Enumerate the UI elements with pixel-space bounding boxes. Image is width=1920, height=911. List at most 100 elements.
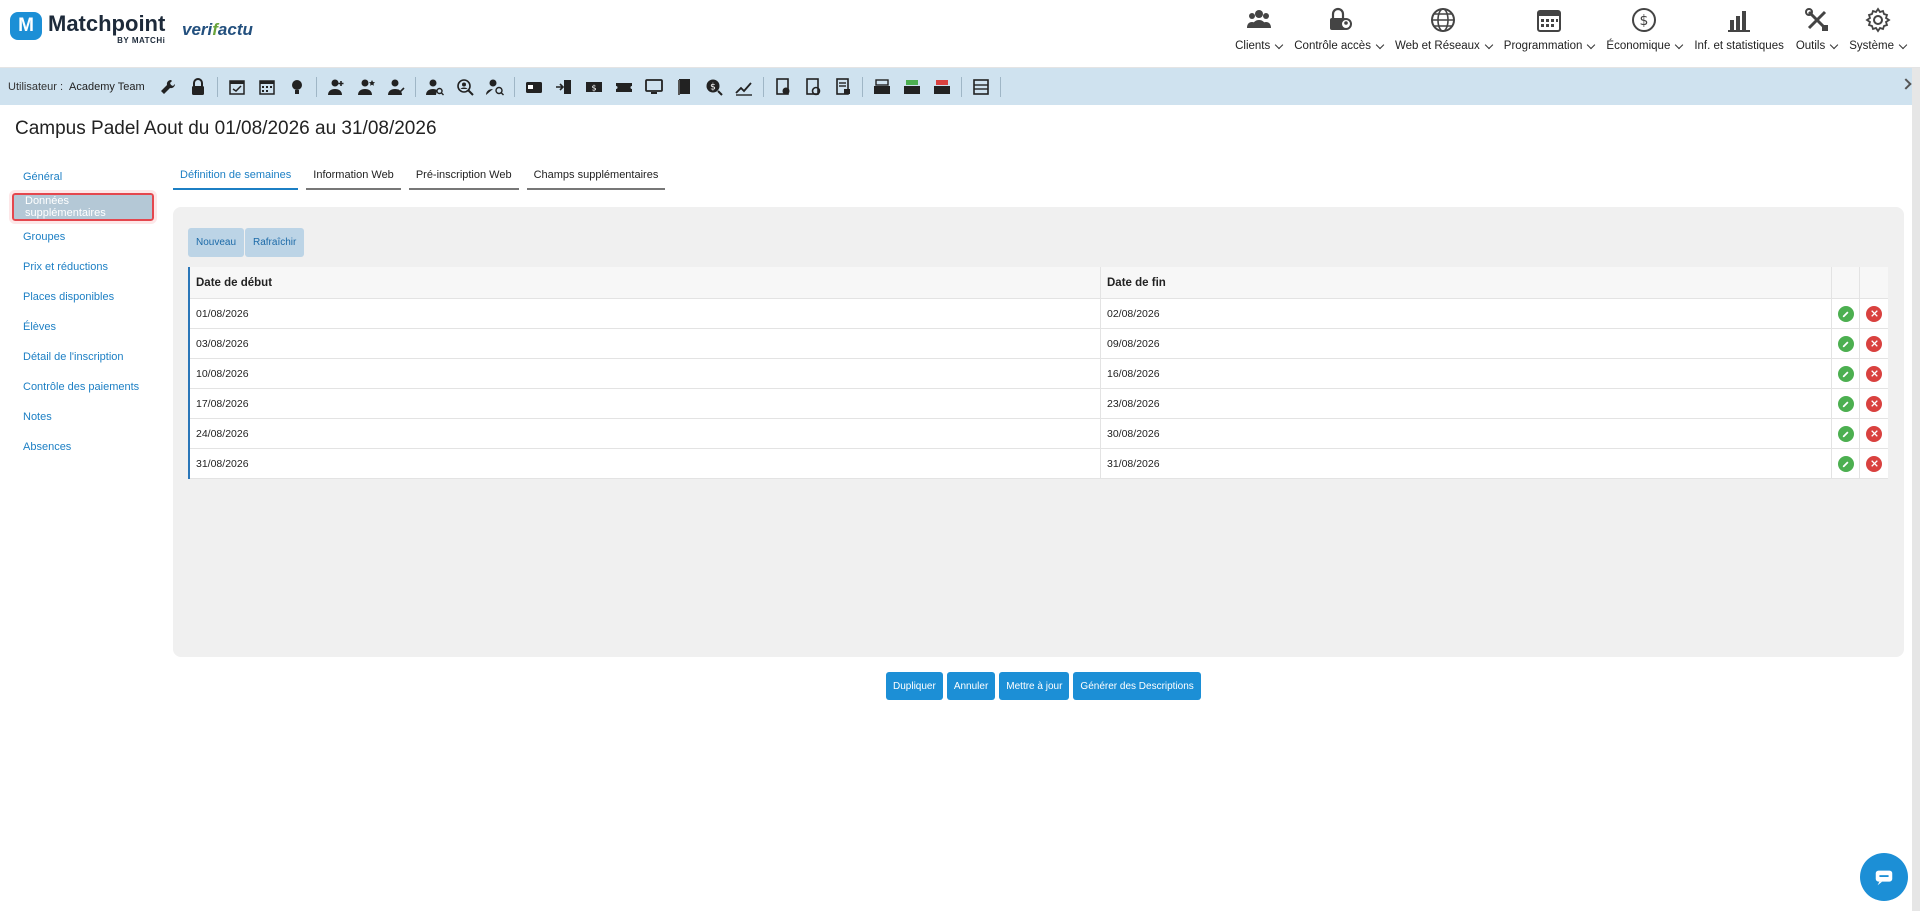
chevron-down-icon xyxy=(1830,40,1839,49)
toolbar-separator xyxy=(762,76,764,97)
logo-badge: M xyxy=(10,12,42,40)
register-close-icon[interactable] xyxy=(927,72,957,102)
menu-programmation[interactable]: Programmation xyxy=(1498,6,1601,62)
table-row[interactable]: 03/08/2026 09/08/2026 xyxy=(190,329,1888,359)
chevron-down-icon xyxy=(1275,40,1284,49)
page-title: Campus Padel Aout du 01/08/2026 au 31/08… xyxy=(15,118,437,139)
tab-pre-inscription-web[interactable]: Pré-inscription Web xyxy=(408,162,519,190)
toolbar-separator xyxy=(315,76,317,97)
calendar-grid-icon[interactable] xyxy=(252,72,282,102)
chevron-down-icon xyxy=(1375,40,1385,49)
delete-icon[interactable] xyxy=(1866,455,1882,472)
cell-start-date: 17/08/2026 xyxy=(190,389,1101,418)
menu-economique[interactable]: $ Économique xyxy=(1600,6,1688,62)
menu-controle-acces[interactable]: Contrôle accès xyxy=(1288,6,1389,62)
side-item-prix-reductions[interactable]: Prix et réductions xyxy=(12,252,154,282)
ticket-icon[interactable] xyxy=(609,72,639,102)
side-item-eleves[interactable]: Élèves xyxy=(12,312,154,342)
matchpoint-logo[interactable]: M Matchpoint BY MATCHi xyxy=(10,12,165,45)
cash-icon[interactable]: $ xyxy=(579,72,609,102)
logo-by: BY MATCHi xyxy=(117,36,166,45)
logo-name: Matchpoint xyxy=(48,11,166,36)
user-check-icon[interactable] xyxy=(381,72,411,102)
edit-icon[interactable] xyxy=(1837,335,1854,352)
coin-search-icon[interactable]: $ xyxy=(699,72,729,102)
tab-definition-semaines[interactable]: Définition de semaines xyxy=(173,162,299,190)
side-item-general[interactable]: Général xyxy=(12,162,154,192)
side-navigation: Général Données supplémentaires Groupes … xyxy=(9,162,157,462)
delete-icon[interactable] xyxy=(1866,425,1882,442)
door-enter-icon[interactable] xyxy=(549,72,579,102)
menu-clients[interactable]: Clients xyxy=(1229,6,1288,62)
table-row[interactable]: 17/08/2026 23/08/2026 xyxy=(190,389,1888,419)
tab-champs-supplementaires[interactable]: Champs supplémentaires xyxy=(526,162,666,190)
new-button[interactable]: Nouveau xyxy=(188,228,245,257)
chat-button[interactable] xyxy=(1860,853,1908,901)
delete-icon[interactable] xyxy=(1866,365,1882,382)
chevron-down-icon xyxy=(1675,40,1684,49)
wrench-icon[interactable] xyxy=(153,72,183,102)
cell-end-date: 23/08/2026 xyxy=(1101,389,1832,418)
quick-toolbar: Utilisateur : Academy Team $ $ xyxy=(0,68,1920,105)
cell-end-date: 02/08/2026 xyxy=(1101,299,1832,328)
chart-line-icon[interactable] xyxy=(729,72,759,102)
side-item-groupes[interactable]: Groupes xyxy=(12,222,154,252)
register-open-icon[interactable] xyxy=(897,72,927,102)
side-item-notes[interactable]: Notes xyxy=(12,402,154,432)
table-row[interactable]: 10/08/2026 16/08/2026 xyxy=(190,359,1888,389)
duplicate-button[interactable]: Dupliquer xyxy=(886,672,943,700)
side-item-detail-inscription[interactable]: Détail de l'inscription xyxy=(12,342,154,372)
edit-icon[interactable] xyxy=(1837,305,1854,322)
chevron-right-icon[interactable] xyxy=(1900,78,1912,90)
refresh-button[interactable]: Rafraîchir xyxy=(245,228,305,257)
edit-icon[interactable] xyxy=(1837,455,1854,472)
tab-information-web[interactable]: Information Web xyxy=(306,162,401,190)
delete-icon[interactable] xyxy=(1866,335,1882,352)
edit-icon[interactable] xyxy=(1837,425,1854,442)
svg-text:$: $ xyxy=(710,82,716,92)
generate-descriptions-button[interactable]: Générer des Descriptions xyxy=(1073,672,1201,700)
menu-systeme[interactable]: Système xyxy=(1843,6,1912,62)
table-row[interactable]: 24/08/2026 30/08/2026 xyxy=(190,419,1888,449)
lock-icon[interactable] xyxy=(183,72,213,102)
cancel-button[interactable]: Annuler xyxy=(946,672,996,700)
menu-web-reseaux[interactable]: Web et Réseaux xyxy=(1389,6,1498,62)
search-user-icon[interactable] xyxy=(450,72,480,102)
toolbar-separator xyxy=(216,76,218,97)
invoice-settings-icon[interactable] xyxy=(798,72,828,102)
book-icon[interactable] xyxy=(669,72,699,102)
side-item-places-disponibles[interactable]: Places disponibles xyxy=(12,282,154,312)
edit-icon[interactable] xyxy=(1837,395,1854,412)
side-item-controle-paiements[interactable]: Contrôle des paiements xyxy=(12,372,154,402)
lightbulb-icon[interactable] xyxy=(282,72,312,102)
invoice-list-icon[interactable] xyxy=(828,72,858,102)
menu-statistiques[interactable]: Inf. et statistiques xyxy=(1688,6,1790,62)
column-header-end[interactable]: Date de fin xyxy=(1101,267,1832,298)
page-scrollbar[interactable] xyxy=(1912,68,1920,911)
table-row[interactable]: 01/08/2026 02/08/2026 xyxy=(190,299,1888,329)
toolbar-separator xyxy=(999,76,1001,97)
delete-icon[interactable] xyxy=(1866,395,1882,412)
user-star-icon[interactable] xyxy=(351,72,381,102)
user-add-icon[interactable] xyxy=(321,72,351,102)
user-find-icon[interactable] xyxy=(480,72,510,102)
column-header-start[interactable]: Date de début xyxy=(190,267,1101,298)
users-icon xyxy=(1246,10,1271,28)
side-item-donnees-supplementaires[interactable]: Données supplémentaires xyxy=(9,190,157,224)
edit-icon[interactable] xyxy=(1837,365,1854,382)
delete-icon[interactable] xyxy=(1866,305,1882,322)
register-icon[interactable] xyxy=(867,72,897,102)
menu-outils[interactable]: Outils xyxy=(1790,6,1843,62)
side-item-absences[interactable]: Absences xyxy=(12,432,154,462)
monitor-icon[interactable] xyxy=(639,72,669,102)
calendar-check-icon[interactable] xyxy=(222,72,252,102)
card-icon[interactable] xyxy=(519,72,549,102)
app-header: M Matchpoint BY MATCHi verifactu Clients… xyxy=(0,0,1920,68)
globe-icon xyxy=(1431,8,1456,32)
update-button[interactable]: Mettre à jour xyxy=(999,672,1070,700)
user-search-icon[interactable] xyxy=(420,72,450,102)
invoice-icon[interactable] xyxy=(768,72,798,102)
table-row[interactable]: 31/08/2026 31/08/2026 xyxy=(190,449,1888,479)
cell-end-date: 16/08/2026 xyxy=(1101,359,1832,388)
drawer-icon[interactable] xyxy=(966,72,996,102)
